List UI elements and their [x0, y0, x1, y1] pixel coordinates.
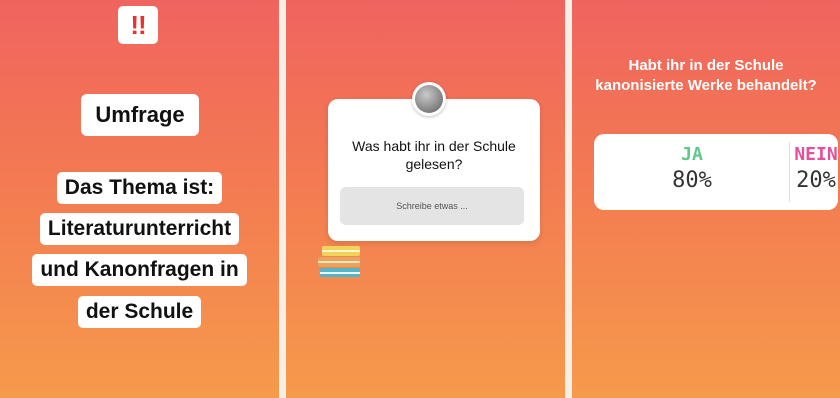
question-sticker: Was habt ihr in der Schule gelesen? Schr…	[328, 99, 540, 241]
story-strip: !! Umfrage Das Thema ist: Literaturunter…	[0, 0, 840, 398]
poll-option-ja[interactable]: JA 80%	[632, 144, 752, 196]
title-tag: Umfrage	[81, 94, 199, 136]
avatar	[412, 82, 446, 116]
poll-option-label: NEIN	[794, 144, 838, 165]
poll-option-percent: 20%	[796, 168, 836, 193]
books-icon	[318, 246, 360, 277]
topic-line: Literaturunterricht	[0, 213, 279, 245]
story-panel-question: Was habt ihr in der Schule gelesen? Schr…	[286, 0, 565, 398]
story-panel-poll: Habt ihr in der Schule kanonisierte Werk…	[572, 0, 840, 398]
topic-line: Das Thema ist:	[0, 172, 279, 204]
poll-option-label: JA	[681, 144, 703, 165]
topic-line: und Kanonfragen in	[0, 254, 279, 286]
answer-input[interactable]: Schreibe etwas ...	[340, 187, 524, 225]
panel-separator	[279, 0, 286, 398]
panel-separator	[565, 0, 572, 398]
poll-option-percent: 80%	[672, 168, 712, 193]
alert-badge: !!	[118, 6, 158, 44]
poll-question: Habt ihr in der Schule kanonisierte Werk…	[595, 57, 817, 94]
poll-option-nein[interactable]: NEIN 20%	[790, 144, 838, 196]
avatar-image	[415, 85, 443, 113]
poll-sticker: JA 80% NEIN 20%	[594, 134, 838, 210]
story-panel-intro: !! Umfrage Das Thema ist: Literaturunter…	[0, 0, 279, 398]
question-text: Was habt ihr in der Schule gelesen?	[352, 138, 516, 172]
topic-line: der Schule	[0, 296, 279, 328]
